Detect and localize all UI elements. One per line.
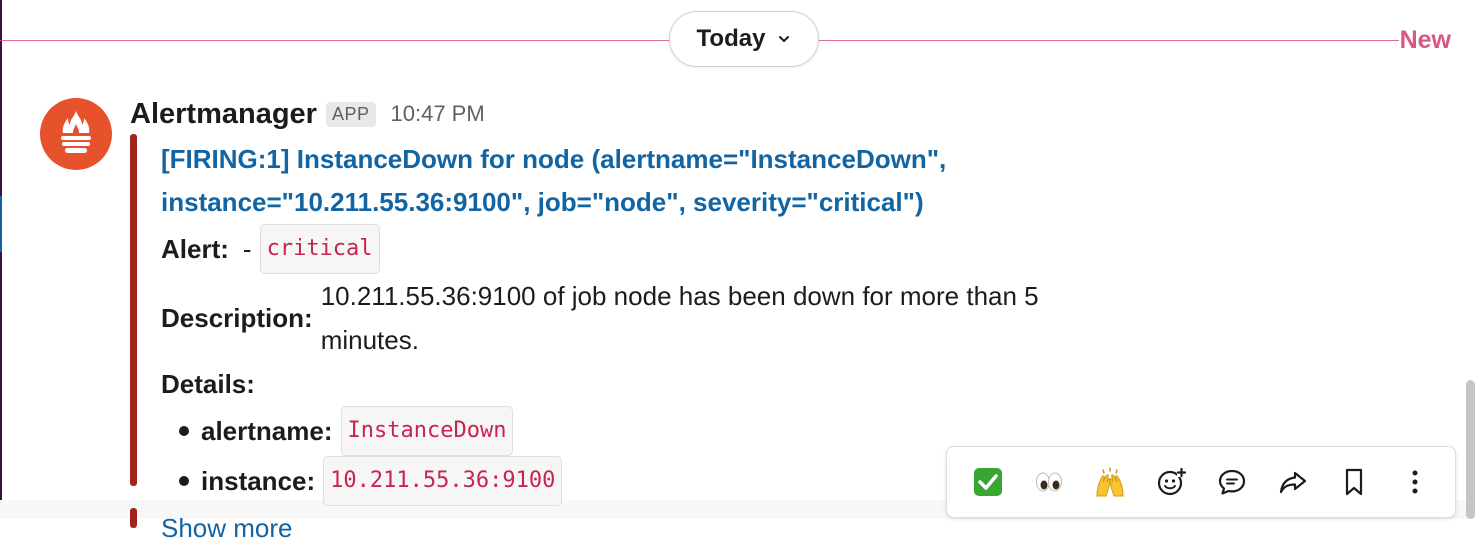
next-attachment-color-bar (130, 508, 137, 528)
more-actions-button[interactable] (1393, 460, 1437, 504)
show-more-link[interactable]: Show more (161, 506, 1061, 550)
details-label: Details: (161, 369, 255, 399)
attachment-color-bar (130, 134, 137, 486)
alert-title-link[interactable]: [FIRING:1] InstanceDown for node (alertn… (161, 138, 1061, 224)
new-messages-label: New (1399, 26, 1451, 54)
react-check-mark-button[interactable] (966, 460, 1010, 504)
alert-dash: - (242, 234, 252, 264)
date-jump-button[interactable]: Today (669, 11, 819, 67)
sender-name[interactable]: Alertmanager (130, 98, 317, 131)
forward-icon (1279, 471, 1306, 494)
date-label: Today (696, 25, 766, 52)
prometheus-torch-icon (61, 111, 91, 153)
reply-thread-icon (1218, 469, 1245, 495)
more-actions-icon (1412, 470, 1417, 494)
alert-title-line: instance="10.211.55.36:9100", job="node"… (161, 187, 924, 217)
details-row: Details: (161, 362, 1061, 406)
scrollbar-thumb[interactable] (1466, 380, 1475, 519)
detail-value-code: InstanceDown (340, 406, 514, 456)
alert-row: Alert: - critical (161, 224, 1061, 274)
details-list: alertname: InstanceDown instance: 10.211… (161, 406, 1061, 506)
react-raised-hands-button[interactable] (1088, 460, 1132, 504)
add-reaction-button[interactable] (1149, 460, 1193, 504)
app-badge: APP (325, 101, 376, 127)
detail-key: instance: (201, 466, 316, 496)
chevron-down-icon (779, 36, 790, 42)
workspace-sidebar-edge (0, 0, 2, 519)
add-reaction-icon (1157, 467, 1186, 496)
react-eyes-button[interactable] (1027, 460, 1071, 504)
detail-key: alertname: (201, 416, 333, 446)
sidebar-active-indicator (0, 196, 2, 252)
bullet (179, 426, 189, 436)
message-timestamp[interactable]: 10:47 PM (391, 101, 485, 127)
save-for-later-button[interactable] (1332, 460, 1376, 504)
detail-value-code: 10.211.55.36:9100 (323, 456, 563, 506)
message-actions-toolbar (946, 446, 1456, 518)
alert-attachment: [FIRING:1] InstanceDown for node (alertn… (161, 138, 1061, 550)
description-text: 10.211.55.36:9100 of job node has been d… (320, 281, 1039, 355)
alert-label: Alert: (161, 234, 229, 264)
reply-in-thread-button[interactable] (1210, 460, 1254, 504)
description-label: Description: (161, 303, 313, 333)
list-item: alertname: InstanceDown (179, 406, 1061, 456)
message-header: Alertmanager APP 10:47 PM (130, 96, 485, 132)
description-row: Description: 10.211.55.36:9100 of job no… (161, 274, 1061, 362)
check-mark-emoji-icon (973, 468, 1002, 496)
prometheus-avatar[interactable] (40, 98, 112, 170)
alert-title-line: [FIRING:1] InstanceDown for node (alertn… (161, 144, 947, 174)
raised-hands-emoji-icon (1095, 467, 1124, 497)
bullet (179, 476, 189, 486)
bookmark-icon (1345, 468, 1362, 496)
eyes-emoji-icon (1035, 472, 1062, 492)
forward-message-button[interactable] (1271, 460, 1315, 504)
list-item: instance: 10.211.55.36:9100 (179, 456, 1061, 506)
severity-code: critical (259, 224, 380, 274)
